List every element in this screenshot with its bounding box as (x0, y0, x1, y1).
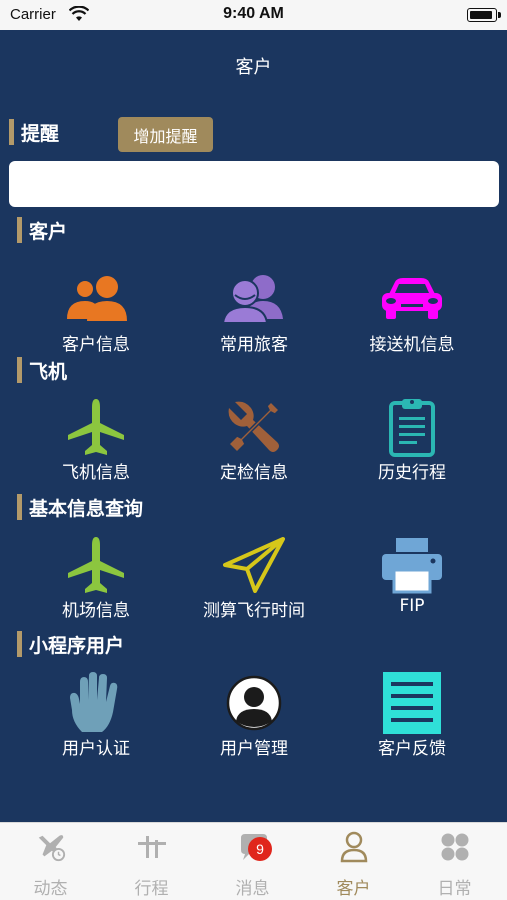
customers-icon (61, 268, 131, 330)
tab-label: 日常 (437, 879, 472, 899)
item-label: 测算飞行时间 (203, 601, 305, 621)
itinerary-icon (136, 831, 168, 863)
status-bar: Carrier 9:40 AM (0, 0, 507, 30)
tab-flight-status[interactable]: 动态 (0, 823, 101, 900)
section-title: 小程序用户 (29, 634, 125, 657)
item-label: 历史行程 (378, 463, 446, 483)
user-management-button[interactable]: 用户管理 (179, 672, 329, 792)
tab-bar: 动态 行程 消息 客户 日常 (0, 822, 507, 900)
section-marker (17, 357, 22, 383)
tab-label: 消息 (235, 879, 270, 899)
item-label: FIP (399, 596, 425, 616)
section-marker (17, 631, 22, 657)
customer-feedback-button[interactable]: 客户反馈 (337, 672, 487, 792)
item-label: 用户认证 (62, 739, 130, 759)
daily-icon (439, 831, 471, 863)
reminder-input-box[interactable] (9, 161, 499, 207)
airport-airplane-icon (61, 534, 131, 596)
item-label: 客户信息 (62, 335, 130, 355)
person-icon (338, 831, 370, 863)
item-label: 常用旅客 (220, 335, 288, 355)
section-title: 基本信息查询 (29, 497, 144, 520)
document-icon (377, 672, 447, 734)
tab-daily[interactable]: 日常 (404, 823, 505, 900)
tab-label: 行程 (134, 879, 169, 899)
item-label: 飞机信息 (62, 463, 130, 483)
page-title: 客户 (235, 57, 272, 78)
user-auth-button[interactable]: 用户认证 (21, 672, 171, 792)
flight-status-icon (35, 831, 67, 863)
section-marker (17, 217, 22, 243)
tab-messages[interactable]: 消息 (202, 823, 303, 900)
frequent-travelers-button[interactable]: 常用旅客 (179, 268, 329, 388)
car-icon (377, 268, 447, 330)
tab-label: 动态 (33, 879, 68, 899)
paper-plane-icon (219, 534, 289, 596)
section-marker (17, 494, 22, 520)
hand-icon (61, 672, 131, 734)
section-header-basic-query: 基本信息查询 (17, 493, 143, 521)
pickup-info-button[interactable]: 接送机信息 (337, 268, 487, 388)
section-marker (9, 119, 14, 145)
section-header-reminder: 提醒 (9, 118, 59, 146)
inspection-info-button[interactable]: 定检信息 (179, 396, 329, 516)
tab-itinerary[interactable]: 行程 (101, 823, 202, 900)
history-itinerary-button[interactable]: 历史行程 (337, 396, 487, 516)
tab-label: 客户 (336, 879, 371, 899)
section-title: 客户 (29, 220, 68, 243)
item-label: 机场信息 (62, 601, 130, 621)
tab-customer[interactable]: 客户 (303, 823, 404, 900)
printer-icon (377, 534, 447, 596)
tools-icon (219, 396, 289, 458)
section-title: 提醒 (21, 122, 60, 145)
flight-time-calc-button[interactable]: 测算飞行时间 (179, 534, 329, 654)
item-label: 定检信息 (220, 463, 288, 483)
add-reminder-button[interactable]: 增加提醒 (118, 117, 213, 152)
user-avatar-icon (219, 672, 289, 734)
frequent-travelers-icon (219, 268, 289, 330)
item-label: 用户管理 (220, 739, 288, 759)
section-title: 飞机 (29, 360, 68, 383)
fip-button[interactable]: FIP (337, 534, 487, 654)
item-label: 接送机信息 (369, 335, 455, 355)
clipboard-icon (377, 396, 447, 458)
battery-icon (467, 8, 501, 22)
section-header-aircraft: 飞机 (17, 356, 67, 384)
item-label: 客户反馈 (378, 739, 446, 759)
status-time: 9:40 AM (223, 5, 284, 22)
airplane-icon (61, 396, 131, 458)
section-header-customer: 客户 (17, 216, 67, 244)
message-badge: 9 (248, 837, 272, 861)
section-header-miniapp-users: 小程序用户 (17, 630, 124, 658)
